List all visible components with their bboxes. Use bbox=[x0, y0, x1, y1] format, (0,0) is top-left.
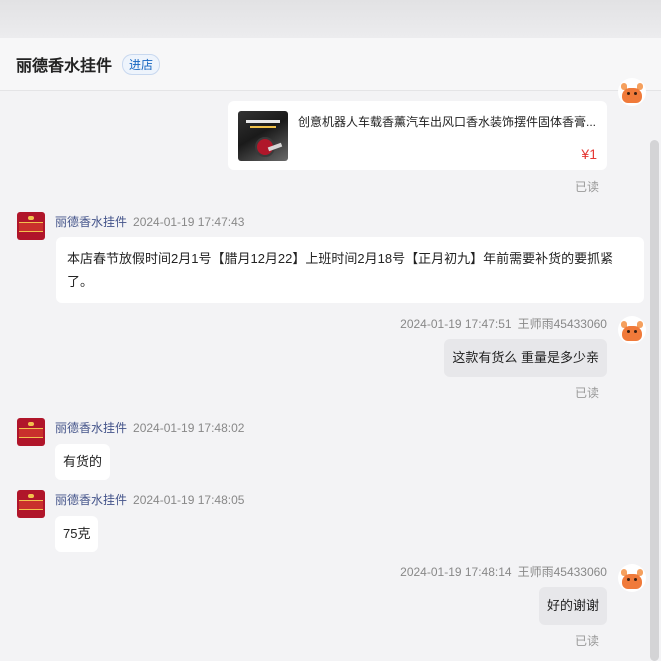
product-thumbnail bbox=[238, 111, 288, 161]
message-time: 2024-01-19 17:48:02 bbox=[133, 421, 245, 435]
sender-name: 王师雨45433060 bbox=[517, 565, 607, 579]
shop-title: 丽德香水挂件 bbox=[16, 58, 113, 75]
message-bubble: 本店春节放假时间2月1号【腊月12月22】上班时间2月18号【正月初九】年前需要… bbox=[56, 237, 644, 303]
product-price: ¥1 bbox=[581, 146, 597, 162]
user-avatar bbox=[618, 564, 646, 592]
window-top-bar bbox=[0, 0, 661, 38]
message-bubble: 有货的 bbox=[55, 444, 111, 480]
product-card[interactable]: 创意机器人车载香薰汽车出风口香水装饰摆件固体香膏... ¥1 bbox=[228, 101, 607, 170]
enter-store-button[interactable]: 进店 bbox=[122, 53, 161, 75]
sender-name: 丽德香水挂件 bbox=[55, 215, 128, 229]
message-time: 2024-01-19 17:48:14 bbox=[400, 565, 512, 579]
message-meta: 丽德香水挂件 2024-01-19 17:48:02 bbox=[55, 419, 244, 436]
message-meta: 丽德香水挂件 2024-01-19 17:48:05 bbox=[55, 491, 244, 508]
message-time: 2024-01-19 17:48:05 bbox=[133, 493, 245, 507]
read-status: 已读 bbox=[575, 180, 600, 194]
shop-avatar bbox=[17, 212, 45, 240]
message-meta: 丽德香水挂件 2024-01-19 17:47:43 bbox=[55, 213, 244, 230]
read-status: 已读 bbox=[575, 634, 600, 648]
message-bubble: 这款有货么 重量是多少亲 bbox=[444, 339, 607, 377]
sender-name: 丽德香水挂件 bbox=[55, 493, 128, 507]
chat-header: 丽德香水挂件 进店 bbox=[0, 38, 661, 91]
message-bubble: 75克 bbox=[55, 516, 99, 552]
user-avatar bbox=[618, 78, 646, 106]
read-status: 已读 bbox=[575, 386, 600, 400]
message-time: 2024-01-19 17:47:43 bbox=[133, 215, 245, 229]
user-avatar bbox=[618, 316, 646, 344]
message-meta: 2024-01-19 17:48:14 王师雨45433060 bbox=[400, 563, 607, 580]
message-time: 2024-01-19 17:47:51 bbox=[400, 317, 512, 331]
product-title: 创意机器人车载香薰汽车出风口香水装饰摆件固体香膏... bbox=[298, 115, 597, 129]
shop-avatar bbox=[17, 490, 45, 518]
sender-name: 丽德香水挂件 bbox=[55, 421, 128, 435]
message-bubble: 好的谢谢 bbox=[538, 587, 607, 625]
sender-name: 王师雨45433060 bbox=[517, 317, 607, 331]
shop-avatar bbox=[17, 418, 45, 446]
message-meta: 2024-01-19 17:47:51 王师雨45433060 bbox=[400, 315, 607, 332]
scrollbar[interactable] bbox=[650, 140, 659, 661]
